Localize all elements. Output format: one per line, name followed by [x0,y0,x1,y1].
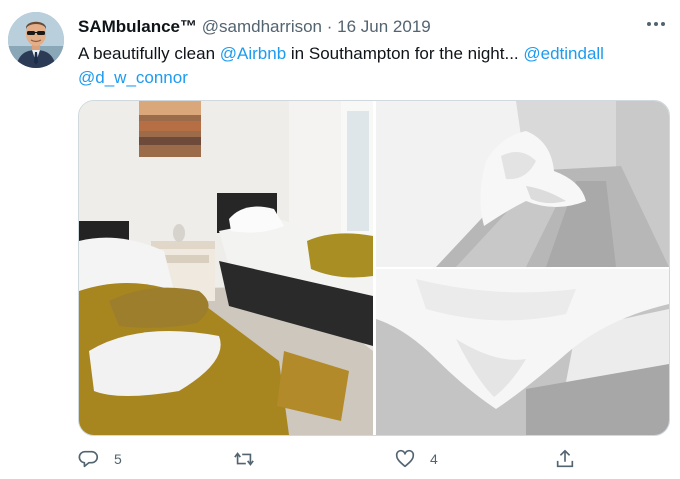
bedroom-image [79,101,373,435]
more-button[interactable] [644,14,668,34]
towel-closeup-image [376,269,669,435]
tweet-text: A beautifully clean @Airbnb in Southampt… [78,42,668,90]
tweet-header: SAMbulance™ @samdharrison · 16 Jun 2019 [78,16,431,38]
tweet-actions: 5 4 [78,448,668,474]
mention-link[interactable]: @d_w_connor [78,68,188,87]
retweet-button[interactable] [233,448,269,470]
mention-link[interactable]: @Airbnb [220,44,286,63]
share-button[interactable] [554,448,576,470]
more-icon [647,22,665,26]
tweet-text-part: in Southampton for the night... [286,44,524,63]
retweet-icon [234,452,254,466]
reply-icon [78,450,98,468]
tweet-date[interactable]: 16 Jun 2019 [337,17,431,36]
mention-link[interactable]: @edtindall [523,44,604,63]
avatar[interactable] [8,12,64,68]
reply-count: 5 [114,451,122,467]
towel-closeup-photo[interactable] [376,269,669,435]
like-button[interactable]: 4 [394,448,438,470]
towels-floor-image [376,101,669,267]
bedroom-photo[interactable] [79,101,373,435]
reply-button[interactable]: 5 [78,448,122,470]
display-name[interactable]: SAMbulance™ [78,17,197,36]
media-grid [78,100,670,436]
avatar-image [8,12,64,68]
share-icon [556,449,574,468]
user-handle[interactable]: @samdharrison [202,17,322,36]
towels-floor-photo[interactable] [376,101,669,267]
tweet-text-part: A beautifully clean [78,44,220,63]
header-separator: · [326,17,333,36]
like-count: 4 [430,451,438,467]
like-icon [395,449,415,468]
